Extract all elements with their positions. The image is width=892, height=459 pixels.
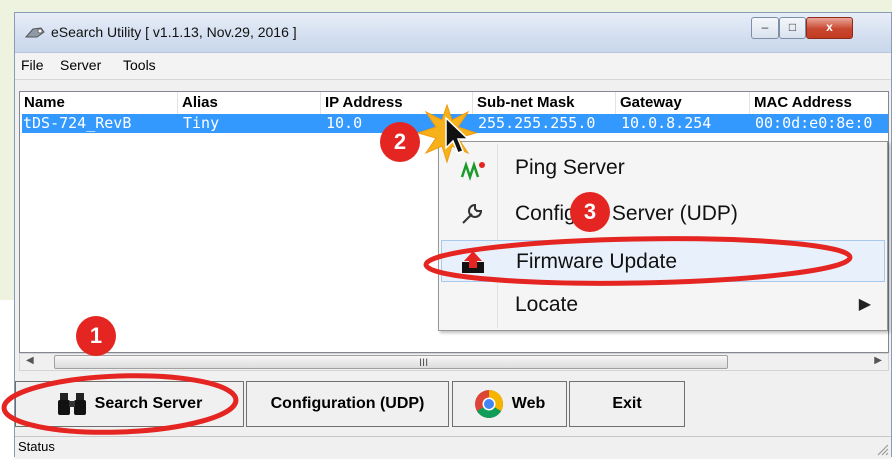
firmware-update-label: Firmware Update [516,250,678,273]
cell-name: tDS-724_RevB [23,114,132,132]
step-1-badge: 1 [76,316,116,356]
menu-item-firmware-update[interactable]: Firmware Update [441,240,885,282]
menu-tools[interactable]: Tools [123,57,156,73]
status-text: Status [18,439,55,454]
context-menu: Ping Server Configure Server (UDP) Firmw… [438,141,888,331]
menu-server[interactable]: Server [60,57,101,73]
close-button[interactable]: x [806,17,853,39]
cell-mac-address: 00:0d:e0:8e:0 [755,114,873,132]
cell-alias: Tiny [183,114,220,132]
app-icon [25,27,45,38]
submenu-arrow-icon: ▶ [858,296,871,313]
menu-item-locate[interactable]: Locate ▶ [441,284,885,326]
wrench-icon [462,203,483,224]
cell-ip-address: 10.0 [326,114,363,132]
search-server-label: Search Server [94,395,203,412]
menu-bar: File Server Tools [15,53,891,80]
step-2-badge: 2 [380,122,420,162]
scroll-grip: III [419,357,429,369]
column-subnet-mask[interactable]: Sub-net Mask [473,92,616,114]
resize-grip-icon[interactable] [875,442,889,456]
cell-gateway: 10.0.8.254 [621,114,712,132]
configuration-udp-button[interactable]: Configuration (UDP) [246,381,449,427]
horizontal-scrollbar[interactable]: ◀ III ▶ [19,353,889,371]
exit-button[interactable]: Exit [569,381,685,427]
window-title: eSearch Utility [ v1.1.13, Nov.29, 2016 … [51,24,297,40]
menu-item-ping-server[interactable]: Ping Server [441,147,885,189]
column-name[interactable]: Name [20,92,178,114]
cell-subnet-mask: 255.255.255.0 [478,114,596,132]
column-ip-address[interactable]: IP Address [321,92,473,114]
status-bar: Status [15,436,891,459]
maximize-button[interactable]: □ [779,17,806,39]
minimize-button[interactable]: – [751,17,779,39]
configuration-udp-label: Configuration (UDP) [270,395,425,412]
scroll-left-icon[interactable]: ◀ [26,355,34,366]
scroll-thumb[interactable]: III [54,355,728,369]
exit-label: Exit [612,395,642,412]
search-server-button[interactable]: Search Server [15,381,244,427]
ping-icon [460,161,485,181]
web-button[interactable]: Web [452,381,567,427]
step-3-badge: 3 [570,192,610,232]
title-bar[interactable]: eSearch Utility [ v1.1.13, Nov.29, 2016 … [15,13,891,53]
ping-server-label: Ping Server [515,156,625,179]
chrome-icon [474,390,503,418]
column-mac-address[interactable]: MAC Address [750,92,888,114]
firmware-update-icon [462,251,484,273]
menu-file[interactable]: File [21,57,44,73]
column-gateway[interactable]: Gateway [616,92,750,114]
scroll-right-icon[interactable]: ▶ [874,355,882,366]
column-alias[interactable]: Alias [178,92,321,114]
configure-server-label: Configure Server (UDP) [515,202,738,225]
binoculars-icon [57,393,86,415]
locate-label: Locate [515,293,579,316]
web-label: Web [511,395,546,412]
menu-item-configure-server[interactable]: Configure Server (UDP) [441,193,885,235]
